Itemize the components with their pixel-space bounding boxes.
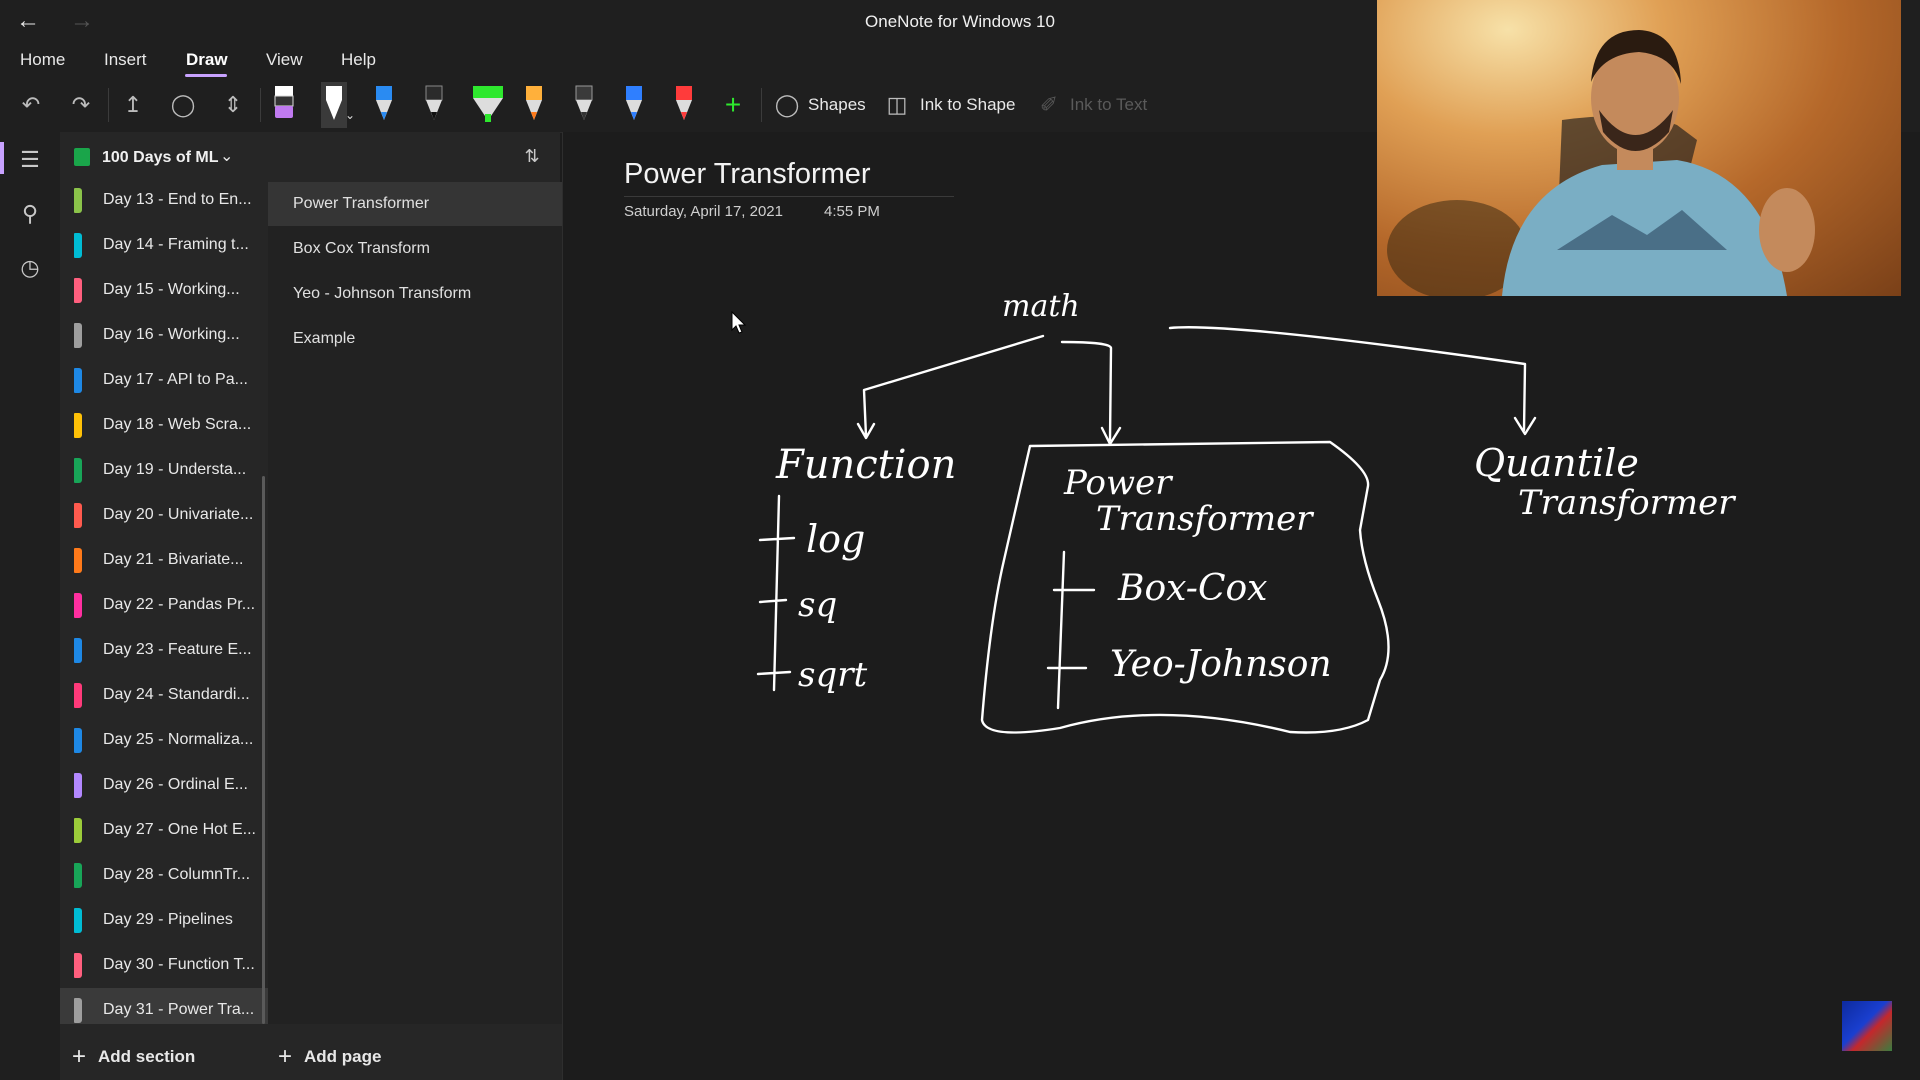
ink-text-log: log bbox=[806, 517, 865, 561]
ink-text-quantile-transformer: Transformer bbox=[1518, 483, 1736, 523]
ink-arrow-quantile bbox=[1168, 326, 1537, 436]
ink-text-yeo-johnson: Yeo-Johnson bbox=[1110, 644, 1332, 685]
ink-text-sq: sq bbox=[798, 585, 837, 625]
presenter-video bbox=[1387, 30, 1815, 296]
ink-text-function: Function bbox=[775, 442, 956, 488]
channel-logo bbox=[1842, 1001, 1892, 1051]
ink-text-sqrt: sqrt bbox=[798, 655, 867, 695]
ink-function-tree bbox=[756, 494, 796, 692]
ink-arrow-function bbox=[856, 334, 1045, 440]
ink-text-root: math bbox=[1002, 289, 1080, 324]
mouse-cursor-icon bbox=[731, 311, 747, 334]
webcam-overlay bbox=[1377, 0, 1901, 296]
ink-power-tree bbox=[1046, 550, 1096, 710]
ink-text-box-cox: Box-Cox bbox=[1117, 568, 1267, 609]
ink-arrow-power bbox=[1060, 340, 1122, 446]
ink-text-power: Power bbox=[1063, 463, 1173, 503]
ink-text-transformer: Transformer bbox=[1096, 499, 1314, 539]
ink-text-quantile: Quantile bbox=[1474, 441, 1639, 485]
